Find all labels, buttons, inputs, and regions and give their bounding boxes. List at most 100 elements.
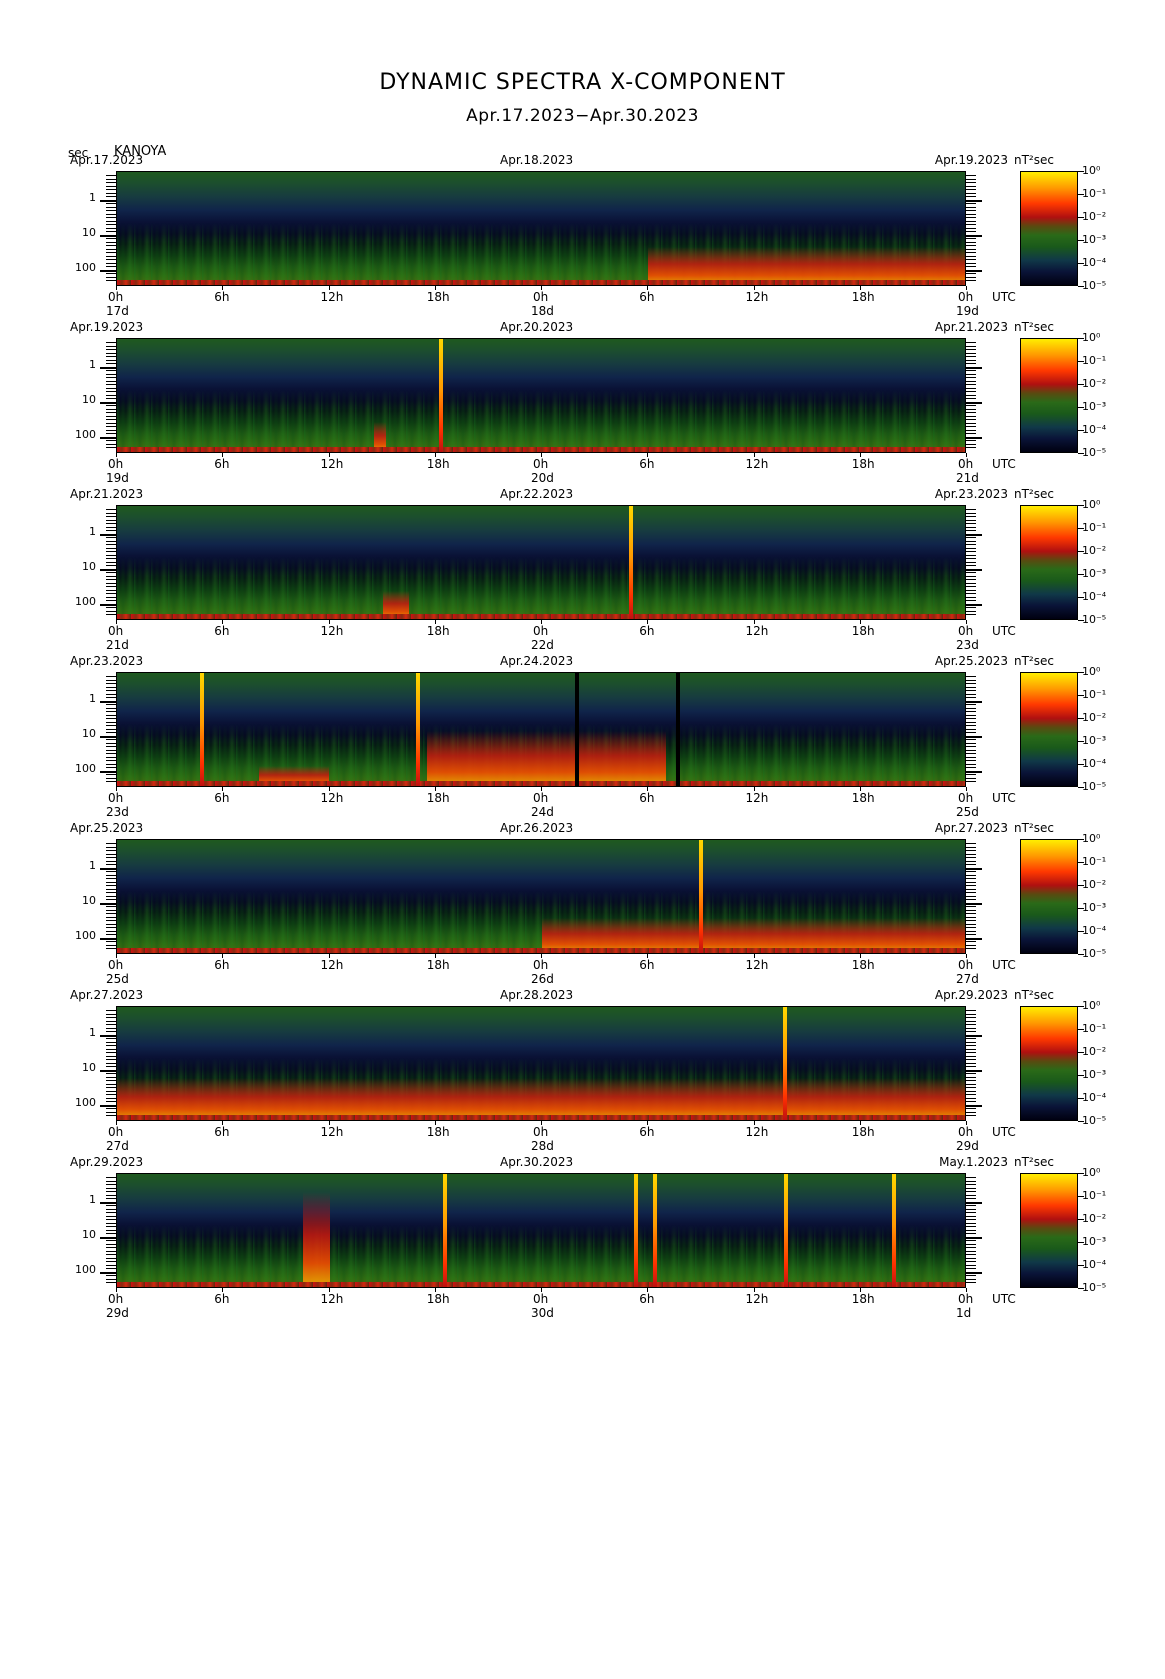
y-tick-marks — [100, 338, 116, 453]
y-tick-mark — [106, 512, 116, 514]
y-tick-mark — [106, 203, 116, 204]
y-tick-mark — [966, 377, 976, 378]
x-tick-label: 0h — [533, 290, 549, 304]
y-tick-mark — [966, 686, 976, 688]
y-tick-marks — [100, 1006, 116, 1121]
y-tick-mark — [106, 185, 116, 187]
y-tick-mark — [966, 192, 976, 194]
y-tick-label: 1 — [89, 1026, 96, 1039]
y-tick-mark — [966, 199, 982, 202]
y-tick-mark — [106, 781, 116, 782]
y-tick-mark — [106, 220, 116, 222]
y-tick-mark — [966, 565, 976, 566]
impulse-spike — [699, 840, 704, 953]
y-tick-mark — [106, 610, 116, 612]
x-tick-mark — [647, 1121, 649, 1125]
y-tick-mark — [106, 523, 116, 524]
y-tick-mark — [100, 568, 116, 571]
x-tick-mark — [859, 620, 861, 624]
x-unit-label: UTC — [992, 290, 1016, 304]
y-tick-mark — [966, 1041, 976, 1043]
y-tick-mark — [966, 774, 976, 775]
y-tick-mark — [966, 864, 976, 865]
colorbar-tick-label: 10⁻⁵ — [1082, 780, 1107, 793]
y-tick-mark — [966, 1271, 982, 1274]
x-tick-mark — [328, 1121, 330, 1125]
colorbar-tick-label: 10⁻⁵ — [1082, 1114, 1107, 1127]
day-label: 23d — [106, 805, 129, 819]
y-tick-mark — [106, 1240, 116, 1241]
y-tick-mark — [966, 1020, 976, 1022]
x-tick-label: 6h — [639, 290, 655, 304]
x-tick-label: 0h — [533, 1292, 549, 1306]
y-tick-mark — [966, 1013, 976, 1015]
y-tick-mark — [106, 1094, 116, 1095]
y-tick-mark — [100, 1069, 116, 1072]
y-tick-mark — [106, 1090, 116, 1092]
y-tick-marks — [100, 839, 116, 954]
y-tick-mark — [106, 679, 116, 681]
y-tick-label: 10 — [82, 1228, 96, 1241]
y-tick-mark — [966, 248, 976, 250]
y-tick-mark — [106, 916, 116, 918]
y-tick-mark — [106, 860, 116, 862]
panel-mid-date: Apr.22.2023 — [500, 487, 574, 501]
x-tick-label: 0h — [958, 958, 974, 972]
y-tick-mark — [966, 342, 976, 343]
panel-mid-date: Apr.30.2023 — [500, 1155, 574, 1169]
y-tick-mark — [106, 1087, 116, 1088]
panel-mid-date: Apr.26.2023 — [500, 821, 574, 835]
y-tick-mark — [966, 1187, 976, 1189]
panel-end-date: Apr.19.2023 — [934, 153, 1008, 167]
y-tick-mark — [966, 1062, 976, 1064]
y-tick-mark — [100, 867, 116, 870]
y-tick-mark — [966, 349, 976, 350]
y-tick-label: 10 — [82, 727, 96, 740]
colorbar-tick-label: 10⁻³ — [1082, 1068, 1107, 1081]
y-tick-mark — [966, 902, 982, 905]
y-tick-mark — [966, 1278, 976, 1280]
x-tick-label: 0h — [958, 290, 974, 304]
y-tick-mark — [966, 415, 976, 417]
y-tick-mark — [106, 941, 116, 942]
y-tick-mark — [966, 220, 976, 222]
y-tick-mark — [106, 377, 116, 378]
y-tick-mark — [966, 280, 976, 281]
y-tick-mark — [966, 1083, 976, 1085]
y-tick-mark — [106, 593, 116, 594]
y-tick-mark — [966, 1226, 976, 1227]
colorbar — [1020, 338, 1078, 453]
y-tick-mark — [966, 1055, 976, 1057]
x-tick-mark — [434, 286, 436, 290]
spectrogram-activity — [117, 339, 965, 452]
y-tick-mark — [106, 231, 116, 232]
colorbar-tick-label: 10⁻⁵ — [1082, 446, 1107, 459]
x-tick-label: 0h — [533, 457, 549, 471]
y-tick-mark — [966, 1111, 976, 1113]
impulse-spike — [442, 1174, 447, 1287]
low-frequency-band — [117, 1115, 965, 1120]
x-tick-label: 18h — [426, 1125, 450, 1139]
spectrogram-panel: Apr.27.2023 Apr.28.2023 Apr.29.2023 nT²sec 1… — [0, 985, 1165, 1165]
y-tick-mark — [100, 533, 116, 536]
y-tick-mark — [106, 419, 116, 420]
y-tick-mark — [106, 537, 116, 538]
y-tick-mark — [106, 1066, 116, 1067]
y-tick-mark — [966, 714, 976, 716]
y-tick-mark — [966, 526, 976, 528]
y-tick-mark — [966, 676, 976, 677]
colorbar-tick-label: 10⁻² — [1082, 210, 1107, 223]
y-tick-mark — [106, 433, 116, 434]
colorbar-tick-label: 10⁻² — [1082, 878, 1107, 891]
x-tick-mark — [647, 1288, 649, 1292]
x-tick-label: 0h — [108, 290, 124, 304]
y-tick-mark — [106, 725, 116, 726]
x-tick-mark — [116, 954, 117, 958]
y-tick-mark — [966, 944, 976, 946]
panel-end-date: May.1.2023 — [939, 1155, 1008, 1169]
y-tick-mark — [106, 909, 116, 911]
y-tick-mark — [966, 1059, 976, 1060]
y-tick-mark — [966, 252, 976, 253]
y-tick-mark — [106, 614, 116, 615]
y-tick-mark — [966, 700, 982, 703]
